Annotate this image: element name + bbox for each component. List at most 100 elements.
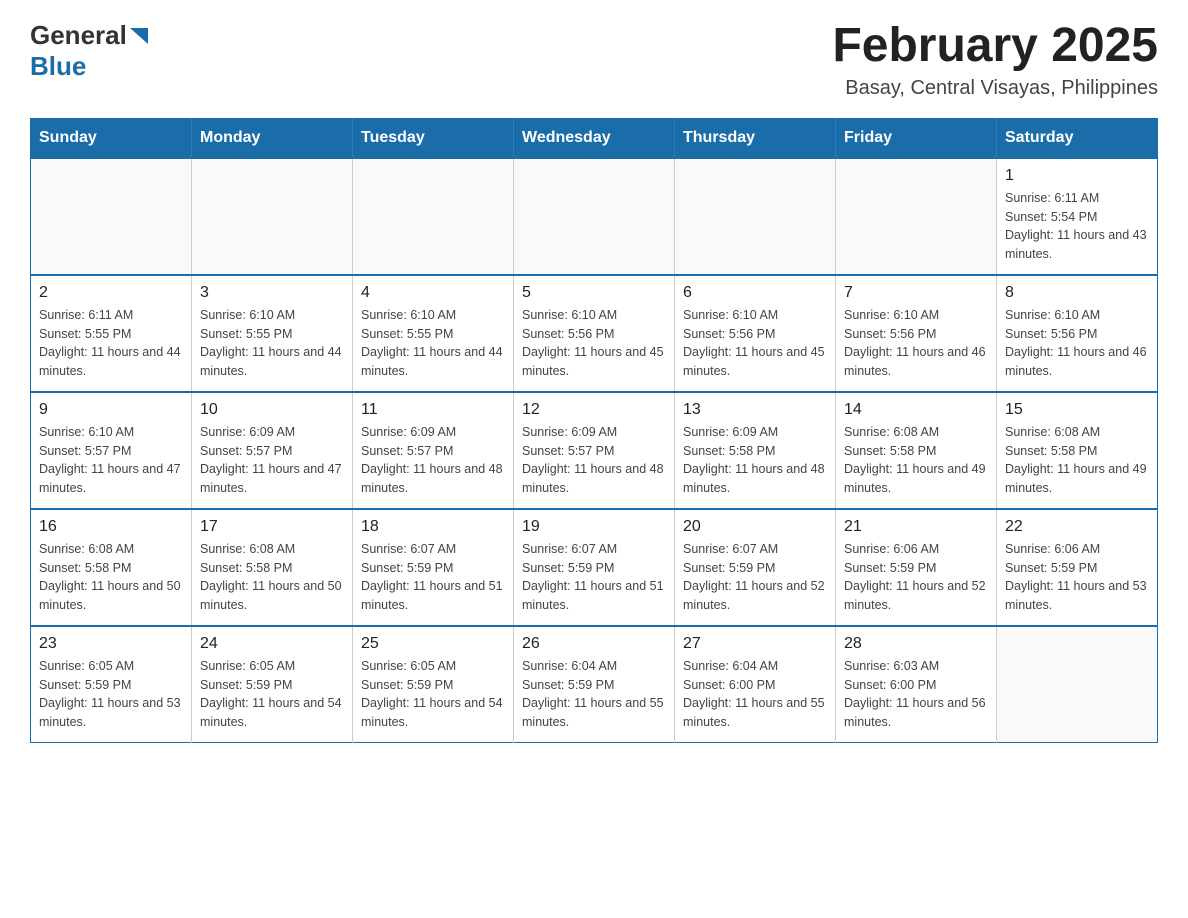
- calendar-header-row: SundayMondayTuesdayWednesdayThursdayFrid…: [31, 118, 1158, 158]
- calendar-week-1: 1 Sunrise: 6:11 AMSunset: 5:54 PMDaylight…: [31, 158, 1158, 275]
- logo-blue-text: Blue: [30, 51, 86, 81]
- calendar-week-2: 2 Sunrise: 6:11 AMSunset: 5:55 PMDaylight…: [31, 275, 1158, 392]
- calendar-cell: 19 Sunrise: 6:07 AMSunset: 5:59 PMDayligh…: [514, 509, 675, 626]
- calendar-cell: 16Sunrise: 6:08 AMSunset: 5:58 PMDayligh…: [31, 509, 192, 626]
- calendar-cell: 7 Sunrise: 6:10 AMSunset: 5:56 PMDaylight…: [836, 275, 997, 392]
- day-info: Sunrise: 6:05 AMSunset: 5:59 PMDaylight:…: [361, 657, 505, 732]
- calendar-cell: 1 Sunrise: 6:11 AMSunset: 5:54 PMDaylight…: [997, 158, 1158, 275]
- calendar-cell: [353, 158, 514, 275]
- day-info: Sunrise: 6:07 AMSunset: 5:59 PMDaylight:…: [522, 540, 666, 615]
- calendar-cell: 22 Sunrise: 6:06 AMSunset: 5:59 PMDayligh…: [997, 509, 1158, 626]
- day-number: 11: [361, 401, 505, 419]
- day-number: 1: [1005, 167, 1149, 185]
- calendar-cell: 21Sunrise: 6:06 AMSunset: 5:59 PMDayligh…: [836, 509, 997, 626]
- calendar-cell: 3 Sunrise: 6:10 AMSunset: 5:55 PMDaylight…: [192, 275, 353, 392]
- calendar-cell: 15Sunrise: 6:08 AMSunset: 5:58 PMDayligh…: [997, 392, 1158, 509]
- calendar-cell: 18 Sunrise: 6:07 AMSunset: 5:59 PMDayligh…: [353, 509, 514, 626]
- header-sunday: Sunday: [31, 118, 192, 158]
- day-info: Sunrise: 6:09 AMSunset: 5:58 PMDaylight:…: [683, 423, 827, 498]
- day-number: 28: [844, 635, 988, 653]
- day-info: Sunrise: 6:08 AMSunset: 5:58 PMDaylight:…: [1005, 423, 1149, 498]
- day-number: 10: [200, 401, 344, 419]
- calendar-cell: 28 Sunrise: 6:03 AMSunset: 6:00 PMDayligh…: [836, 626, 997, 743]
- day-number: 5: [522, 284, 666, 302]
- calendar-cell: 25Sunrise: 6:05 AMSunset: 5:59 PMDayligh…: [353, 626, 514, 743]
- day-info: Sunrise: 6:10 AMSunset: 5:56 PMDaylight:…: [844, 306, 988, 381]
- calendar-cell: 4 Sunrise: 6:10 AMSunset: 5:55 PMDaylight…: [353, 275, 514, 392]
- calendar-cell: 23 Sunrise: 6:05 AMSunset: 5:59 PMDayligh…: [31, 626, 192, 743]
- day-info: Sunrise: 6:11 AMSunset: 5:54 PMDaylight:…: [1005, 189, 1149, 264]
- header-wednesday: Wednesday: [514, 118, 675, 158]
- day-info: Sunrise: 6:10 AMSunset: 5:56 PMDaylight:…: [1005, 306, 1149, 381]
- day-info: Sunrise: 6:03 AMSunset: 6:00 PMDaylight:…: [844, 657, 988, 732]
- day-number: 9: [39, 401, 183, 419]
- day-info: Sunrise: 6:09 AMSunset: 5:57 PMDaylight:…: [200, 423, 344, 498]
- calendar-cell: 26 Sunrise: 6:04 AMSunset: 5:59 PMDayligh…: [514, 626, 675, 743]
- day-info: Sunrise: 6:10 AMSunset: 5:55 PMDaylight:…: [361, 306, 505, 381]
- logo-chevron-icon: [130, 28, 148, 49]
- day-number: 17: [200, 518, 344, 536]
- header-friday: Friday: [836, 118, 997, 158]
- header-saturday: Saturday: [997, 118, 1158, 158]
- day-info: Sunrise: 6:09 AMSunset: 5:57 PMDaylight:…: [522, 423, 666, 498]
- calendar-cell: [514, 158, 675, 275]
- day-info: Sunrise: 6:08 AMSunset: 5:58 PMDaylight:…: [844, 423, 988, 498]
- day-info: Sunrise: 6:10 AMSunset: 5:57 PMDaylight:…: [39, 423, 183, 498]
- calendar-cell: 8 Sunrise: 6:10 AMSunset: 5:56 PMDaylight…: [997, 275, 1158, 392]
- calendar-cell: 5 Sunrise: 6:10 AMSunset: 5:56 PMDaylight…: [514, 275, 675, 392]
- day-number: 3: [200, 284, 344, 302]
- calendar-cell: [31, 158, 192, 275]
- calendar-cell: [675, 158, 836, 275]
- day-number: 14: [844, 401, 988, 419]
- day-number: 19: [522, 518, 666, 536]
- calendar-cell: 9 Sunrise: 6:10 AMSunset: 5:57 PMDaylight…: [31, 392, 192, 509]
- calendar-week-3: 9 Sunrise: 6:10 AMSunset: 5:57 PMDaylight…: [31, 392, 1158, 509]
- calendar-title: February 2025: [832, 20, 1158, 73]
- day-info: Sunrise: 6:04 AMSunset: 6:00 PMDaylight:…: [683, 657, 827, 732]
- day-number: 8: [1005, 284, 1149, 302]
- calendar-cell: 24 Sunrise: 6:05 AMSunset: 5:59 PMDayligh…: [192, 626, 353, 743]
- day-info: Sunrise: 6:10 AMSunset: 5:56 PMDaylight:…: [522, 306, 666, 381]
- calendar-cell: 6 Sunrise: 6:10 AMSunset: 5:56 PMDaylight…: [675, 275, 836, 392]
- calendar-cell: [192, 158, 353, 275]
- day-number: 13: [683, 401, 827, 419]
- calendar-cell: 27 Sunrise: 6:04 AMSunset: 6:00 PMDayligh…: [675, 626, 836, 743]
- day-number: 23: [39, 635, 183, 653]
- calendar-cell: [836, 158, 997, 275]
- calendar-cell: 17Sunrise: 6:08 AMSunset: 5:58 PMDayligh…: [192, 509, 353, 626]
- day-number: 6: [683, 284, 827, 302]
- logo-general-text: General: [30, 20, 127, 51]
- calendar-cell: 10 Sunrise: 6:09 AMSunset: 5:57 PMDayligh…: [192, 392, 353, 509]
- day-number: 4: [361, 284, 505, 302]
- day-number: 26: [522, 635, 666, 653]
- header-thursday: Thursday: [675, 118, 836, 158]
- day-info: Sunrise: 6:10 AMSunset: 5:56 PMDaylight:…: [683, 306, 827, 381]
- calendar-table: SundayMondayTuesdayWednesdayThursdayFrid…: [30, 118, 1158, 743]
- calendar-cell: [997, 626, 1158, 743]
- calendar-subtitle: Basay, Central Visayas, Philippines: [832, 77, 1158, 100]
- day-info: Sunrise: 6:07 AMSunset: 5:59 PMDaylight:…: [361, 540, 505, 615]
- day-number: 27: [683, 635, 827, 653]
- day-info: Sunrise: 6:10 AMSunset: 5:55 PMDaylight:…: [200, 306, 344, 381]
- day-info: Sunrise: 6:06 AMSunset: 5:59 PMDaylight:…: [1005, 540, 1149, 615]
- day-number: 21: [844, 518, 988, 536]
- calendar-cell: 11 Sunrise: 6:09 AMSunset: 5:57 PMDayligh…: [353, 392, 514, 509]
- logo: General Blue: [30, 20, 148, 82]
- calendar-cell: 2 Sunrise: 6:11 AMSunset: 5:55 PMDaylight…: [31, 275, 192, 392]
- day-info: Sunrise: 6:09 AMSunset: 5:57 PMDaylight:…: [361, 423, 505, 498]
- day-number: 22: [1005, 518, 1149, 536]
- day-info: Sunrise: 6:11 AMSunset: 5:55 PMDaylight:…: [39, 306, 183, 381]
- day-number: 16: [39, 518, 183, 536]
- day-number: 18: [361, 518, 505, 536]
- calendar-cell: 20Sunrise: 6:07 AMSunset: 5:59 PMDayligh…: [675, 509, 836, 626]
- day-info: Sunrise: 6:05 AMSunset: 5:59 PMDaylight:…: [39, 657, 183, 732]
- day-info: Sunrise: 6:04 AMSunset: 5:59 PMDaylight:…: [522, 657, 666, 732]
- day-info: Sunrise: 6:05 AMSunset: 5:59 PMDaylight:…: [200, 657, 344, 732]
- header-monday: Monday: [192, 118, 353, 158]
- calendar-cell: 14 Sunrise: 6:08 AMSunset: 5:58 PMDayligh…: [836, 392, 997, 509]
- day-number: 7: [844, 284, 988, 302]
- day-info: Sunrise: 6:07 AMSunset: 5:59 PMDaylight:…: [683, 540, 827, 615]
- day-number: 12: [522, 401, 666, 419]
- day-number: 24: [200, 635, 344, 653]
- day-number: 2: [39, 284, 183, 302]
